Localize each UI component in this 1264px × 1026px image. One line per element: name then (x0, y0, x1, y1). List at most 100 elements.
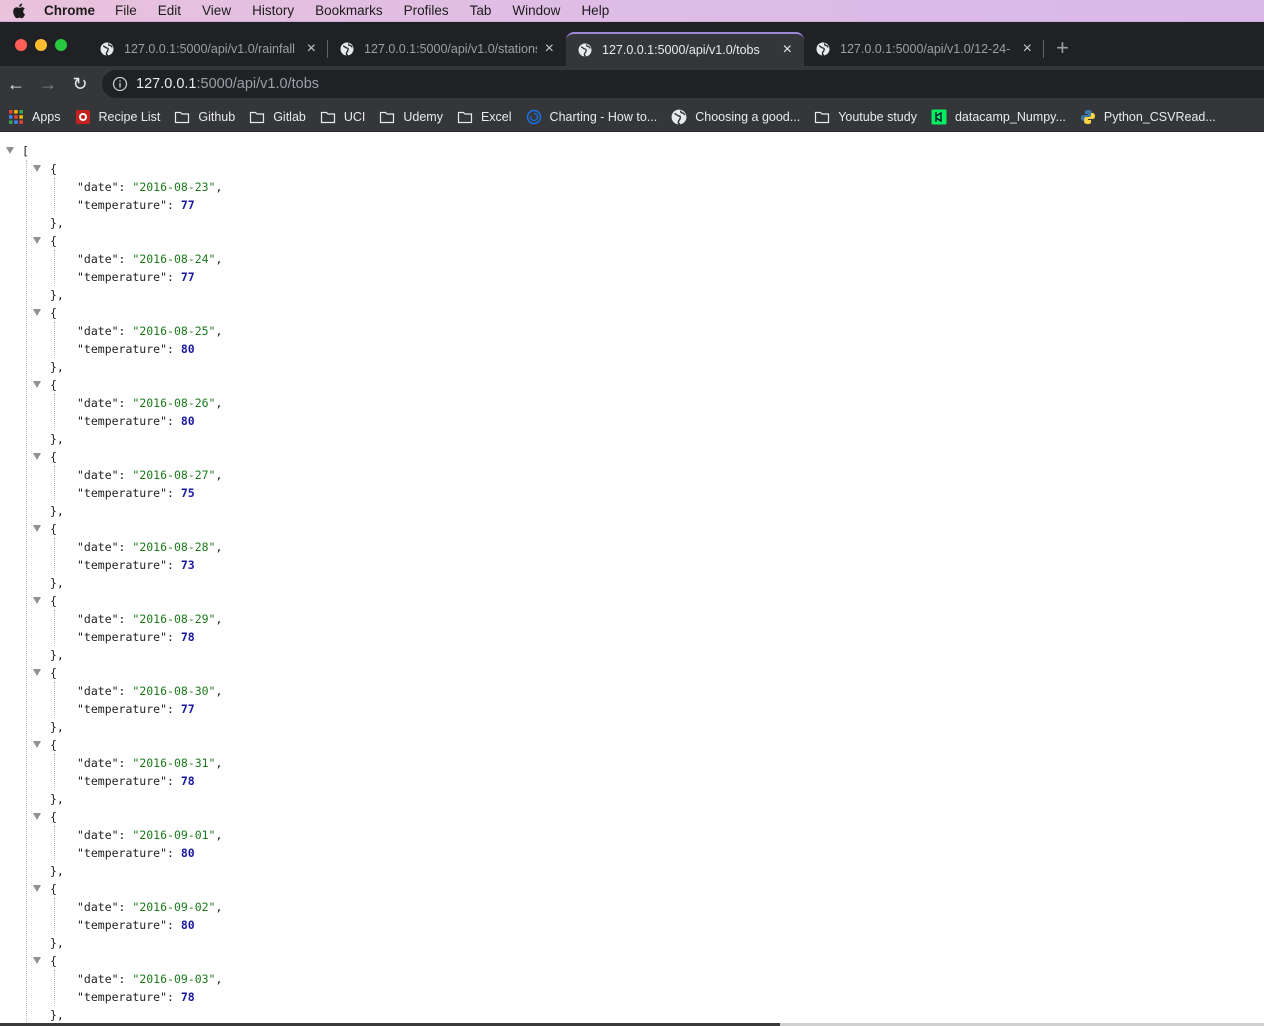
tab-stations[interactable]: 127.0.0.1:5000/api/v1.0/stations × (328, 32, 566, 66)
collapse-object-toggle-icon[interactable] (33, 597, 41, 604)
json-key: "temperature" (77, 846, 168, 860)
json-key: "date" (77, 972, 119, 986)
close-tab-icon[interactable]: × (783, 41, 792, 59)
bookmark-charting[interactable]: Charting - How to... (526, 109, 657, 125)
object-close-brace: }, (50, 1008, 64, 1022)
menu-view[interactable]: View (202, 3, 231, 18)
tab-tobs[interactable]: 127.0.0.1:5000/api/v1.0/tobs × (566, 32, 804, 66)
menu-history[interactable]: History (252, 3, 294, 18)
collapse-object-toggle-icon[interactable] (33, 525, 41, 532)
collapse-object-toggle-icon[interactable] (33, 237, 41, 244)
folder-icon (320, 111, 335, 123)
recipe-icon (75, 109, 90, 124)
bookmark-excel[interactable]: Excel (457, 109, 512, 125)
collapse-object-toggle-icon[interactable] (33, 381, 41, 388)
bookmark-datacamp[interactable]: datacamp_Numpy... (931, 109, 1066, 125)
json-viewer: [ { "date": "2016-08-23", "temperature":… (0, 133, 1264, 1026)
object-open-brace: { (50, 882, 57, 896)
menu-window[interactable]: Window (512, 3, 560, 18)
bookmark-label: Choosing a good... (695, 109, 801, 124)
bookmark-recipe-list[interactable]: Recipe List (75, 109, 161, 125)
macos-menu-bar: Chrome File Edit View History Bookmarks … (0, 0, 1264, 22)
menu-bookmarks[interactable]: Bookmarks (315, 3, 383, 18)
temperature-value: 78 (180, 774, 195, 788)
object-open-brace: { (50, 450, 57, 464)
fullscreen-window-button[interactable] (55, 39, 67, 51)
collapse-object-toggle-icon[interactable] (33, 741, 41, 748)
json-key: "temperature" (77, 486, 168, 500)
collapse-array-toggle-icon[interactable] (6, 147, 14, 154)
apple-logo-icon[interactable] (12, 3, 26, 19)
bookmark-udemy[interactable]: Udemy (379, 109, 443, 125)
address-bar[interactable]: 127.0.0.1:5000/api/v1.0/tobs (102, 70, 1264, 98)
record-temperature-line: "temperature": 80 (77, 414, 195, 428)
site-info-icon[interactable] (112, 76, 128, 92)
collapse-object-toggle-icon[interactable] (33, 309, 41, 316)
json-key: "temperature" (77, 990, 168, 1004)
temperature-value: 80 (180, 918, 195, 932)
object-open-brace: { (50, 954, 57, 968)
bookmark-github[interactable]: Github (174, 109, 235, 125)
record-date-line: "date": "2016-08-23", (77, 180, 223, 194)
back-arrow-icon[interactable]: ← (6, 74, 26, 94)
temperature-value: 75 (180, 486, 195, 500)
close-tab-icon[interactable]: × (1023, 40, 1032, 58)
record-date-line: "date": "2016-08-30", (77, 684, 223, 698)
close-tab-icon[interactable]: × (307, 40, 316, 58)
temperature-value: 80 (180, 414, 195, 428)
collapse-object-toggle-icon[interactable] (33, 165, 41, 172)
tab-rainfall[interactable]: 127.0.0.1:5000/api/v1.0/rainfall × (88, 32, 328, 66)
menu-tab[interactable]: Tab (470, 3, 492, 18)
bookmark-python-csvread[interactable]: Python_CSVRead... (1080, 109, 1216, 125)
new-tab-plus-icon[interactable]: + (1056, 37, 1069, 59)
collapse-object-toggle-icon[interactable] (33, 453, 41, 460)
date-value: "2016-08-23" (132, 180, 216, 194)
minimize-window-button[interactable] (35, 39, 47, 51)
bookmark-choosing[interactable]: Choosing a good... (671, 109, 800, 125)
object-close-brace: }, (50, 648, 64, 662)
close-tab-icon[interactable]: × (545, 40, 554, 58)
bookmark-label: Gitlab (273, 109, 306, 124)
object-indent-guide (54, 394, 55, 430)
date-value: "2016-09-03" (132, 972, 216, 986)
record-date-line: "date": "2016-08-24", (77, 252, 223, 266)
bookmark-gitlab[interactable]: Gitlab (249, 109, 306, 125)
bookmark-apps[interactable]: Apps (8, 109, 61, 125)
record-date-line: "date": "2016-09-02", (77, 900, 223, 914)
temperature-value: 80 (180, 846, 195, 860)
close-window-button[interactable] (15, 39, 27, 51)
bookmark-uci[interactable]: UCI (320, 109, 366, 125)
bookmark-youtube-study[interactable]: Youtube study (814, 109, 917, 125)
object-close-brace: }, (50, 504, 64, 518)
menu-edit[interactable]: Edit (158, 3, 181, 18)
collapse-object-toggle-icon[interactable] (33, 957, 41, 964)
json-key: "date" (77, 468, 119, 482)
json-key: "temperature" (77, 342, 168, 356)
menu-profiles[interactable]: Profiles (404, 3, 449, 18)
bookmark-label: UCI (343, 109, 366, 124)
menu-file[interactable]: File (115, 3, 137, 18)
tab-date-range[interactable]: 127.0.0.1:5000/api/v1.0/12-24- × (804, 32, 1044, 66)
collapse-object-toggle-icon[interactable] (33, 885, 41, 892)
reload-icon[interactable]: ↻ (70, 74, 90, 94)
collapse-object-toggle-icon[interactable] (33, 669, 41, 676)
menu-help[interactable]: Help (581, 3, 609, 18)
temperature-value: 80 (180, 342, 195, 356)
menu-app-name[interactable]: Chrome (44, 3, 95, 18)
date-value: "2016-08-25" (132, 324, 216, 338)
record-temperature-line: "temperature": 78 (77, 774, 195, 788)
array-indent-guide (26, 160, 27, 1026)
record-temperature-line: "temperature": 80 (77, 918, 195, 932)
forward-arrow-icon[interactable]: → (38, 74, 58, 94)
object-close-brace: }, (50, 792, 64, 806)
date-value: "2016-08-30" (132, 684, 216, 698)
json-key: "date" (77, 324, 119, 338)
temperature-value: 78 (180, 990, 195, 1004)
collapse-object-toggle-icon[interactable] (33, 813, 41, 820)
json-key: "date" (77, 252, 119, 266)
json-key: "temperature" (77, 702, 168, 716)
array-open-bracket: [ (22, 144, 29, 158)
bookmark-label: Recipe List (98, 109, 161, 124)
temperature-value: 77 (180, 198, 195, 212)
object-close-brace: }, (50, 720, 64, 734)
